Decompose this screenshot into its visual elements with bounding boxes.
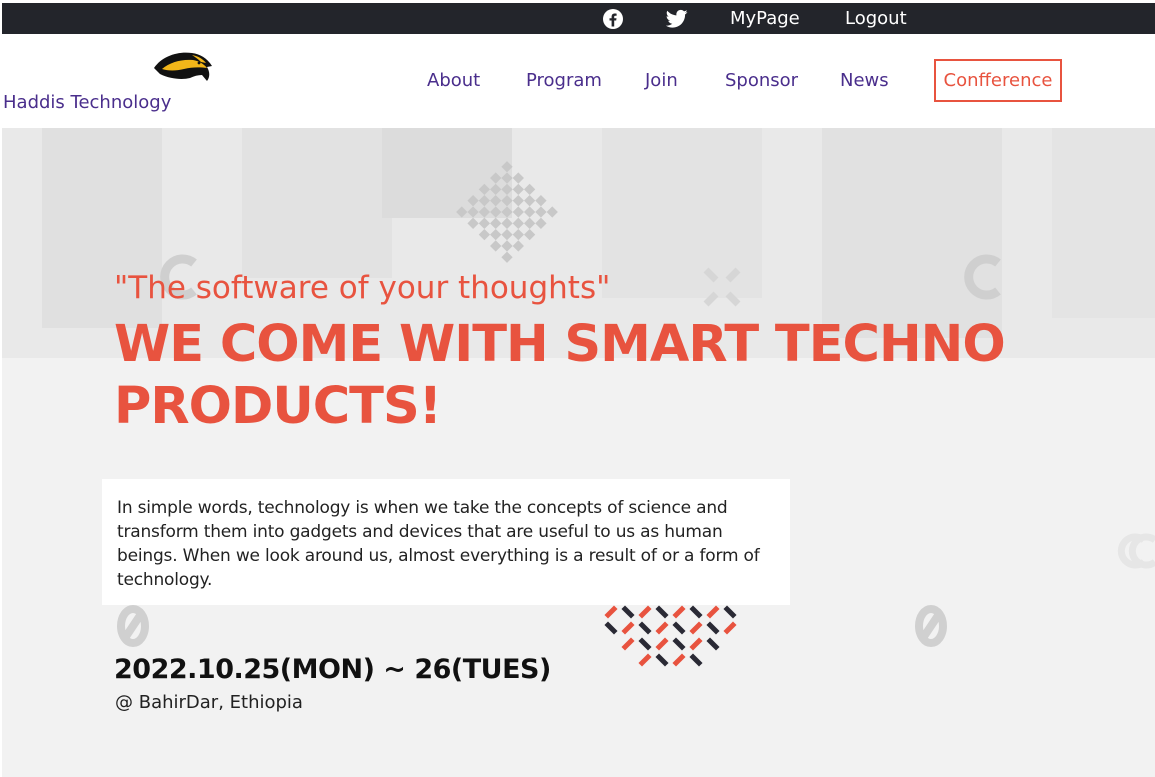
event-date: 2022.10.25(MON) ~ 26(TUES) [114, 654, 551, 685]
site-header: Haddis Technology About Program Join Spo… [2, 34, 1155, 128]
nav-sponsor[interactable]: Sponsor [725, 70, 798, 91]
facebook-link[interactable] [602, 3, 624, 34]
twitter-link[interactable] [666, 3, 688, 34]
hero-description: In simple words, technology is when we t… [117, 498, 760, 590]
top-bar: MyPage Logout [2, 3, 1155, 34]
nav-about[interactable]: About [427, 70, 480, 91]
nav-join[interactable]: Join [645, 70, 678, 91]
nav-program[interactable]: Program [526, 70, 602, 91]
event-location: @ BahirDar, Ethiopia [115, 692, 303, 713]
twitter-icon [666, 9, 688, 28]
eagle-logo-icon[interactable] [152, 50, 214, 84]
nav-news[interactable]: News [840, 70, 889, 91]
facebook-icon [603, 8, 623, 29]
nav-conference-button[interactable]: Confference [934, 59, 1062, 102]
hero-headline: WE COME WITH SMART TECHNO PRODUCTS! [114, 315, 1006, 436]
description-card: In simple words, technology is when we t… [102, 479, 790, 605]
hero-section: "The software of your thoughts" WE COME … [2, 128, 1155, 777]
logout-link[interactable]: Logout [845, 3, 907, 34]
mypage-link[interactable]: MyPage [730, 3, 800, 34]
brand-name[interactable]: Haddis Technology [3, 92, 171, 113]
hero-tagline: "The software of your thoughts" [114, 270, 611, 306]
